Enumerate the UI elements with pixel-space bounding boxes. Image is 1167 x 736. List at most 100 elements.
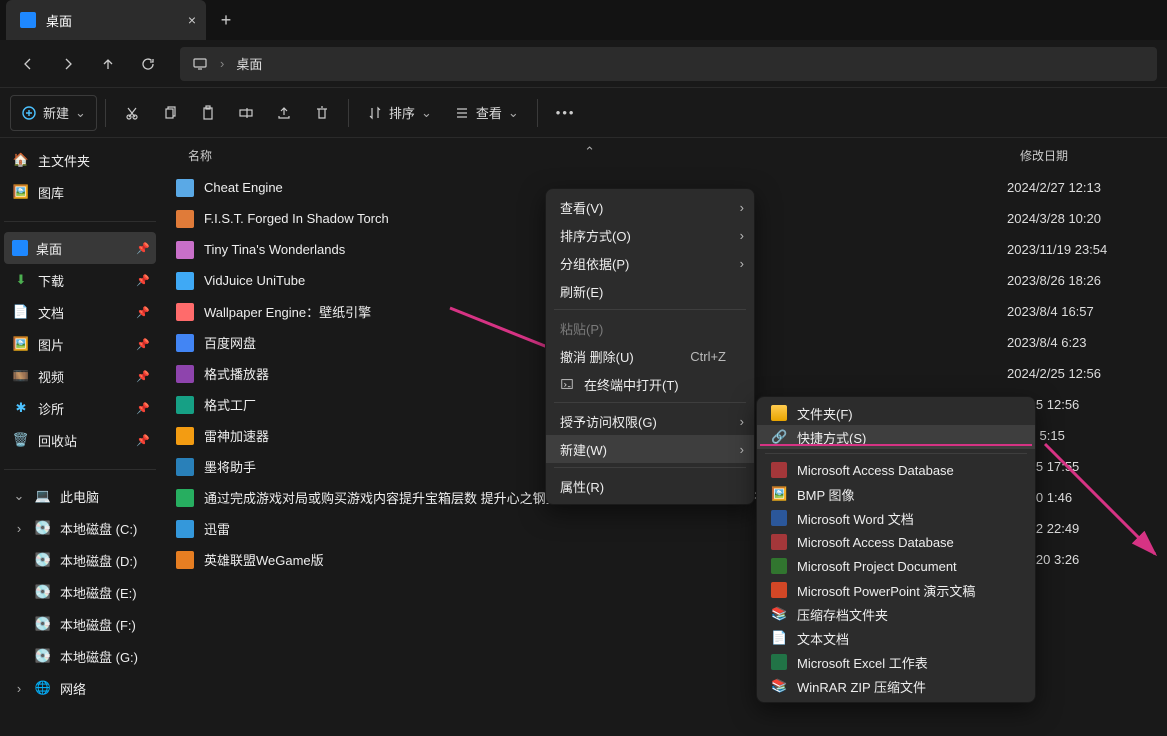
sidebar-drive-f[interactable]: 💽本地磁盘 (F:) — [4, 608, 156, 640]
sidebar-network[interactable]: ›🌐网络 — [4, 672, 156, 704]
ctx-open-terminal[interactable]: 在终端中打开(T) — [546, 370, 754, 398]
sidebar-drive-d[interactable]: 💽本地磁盘 (D:) — [4, 544, 156, 576]
chevron-down-icon: ⌄ — [12, 488, 26, 504]
back-button[interactable] — [10, 46, 46, 82]
toolbar: 新建 ⌄ 排序⌄ 查看⌄ ••• — [0, 88, 1167, 138]
file-icon — [176, 489, 194, 507]
sub-folder[interactable]: 文件夹(F) — [757, 401, 1035, 425]
sub-txt[interactable]: 📄文本文档 — [757, 626, 1035, 650]
pin-icon: 📌 — [136, 242, 150, 255]
sidebar-drive-c[interactable]: ›💽本地磁盘 (C:) — [4, 512, 156, 544]
copy-button[interactable] — [152, 95, 188, 131]
sidebar: 🏠主文件夹 🖼️图库 桌面📌 ⬇下载📌 📄文档📌 🖼️图片📌 🎞️视频📌 ✱诊所… — [0, 138, 160, 736]
drive-icon: 💽 — [34, 615, 52, 633]
address-bar[interactable]: › 桌面 — [180, 47, 1157, 81]
drive-icon: 💽 — [34, 551, 52, 569]
sidebar-home[interactable]: 🏠主文件夹 — [4, 144, 156, 176]
sidebar-clinic[interactable]: ✱诊所📌 — [4, 392, 156, 424]
column-modified[interactable]: 修改日期 — [1010, 147, 1068, 164]
file-date: 2023/8/4 6:23 — [1007, 335, 1167, 350]
file-icon — [176, 520, 194, 538]
file-icon — [176, 551, 194, 569]
pc-icon: 💻 — [34, 487, 52, 505]
sidebar-drive-g[interactable]: 💽本地磁盘 (G:) — [4, 640, 156, 672]
share-button[interactable] — [266, 95, 302, 131]
column-headers[interactable]: 名称 修改日期 — [160, 138, 1167, 172]
tab-desktop[interactable]: 桌面 × — [6, 0, 206, 40]
breadcrumb-location: 桌面 — [236, 54, 262, 73]
ctx-group[interactable]: 分组依据(P) — [546, 249, 754, 277]
sort-button[interactable]: 排序⌄ — [357, 95, 442, 131]
sidebar-downloads[interactable]: ⬇下载📌 — [4, 264, 156, 296]
sub-zip[interactable]: 📚WinRAR ZIP 压缩文件 — [757, 674, 1035, 698]
sidebar-gallery[interactable]: 🖼️图库 — [4, 176, 156, 208]
view-button[interactable]: 查看⌄ — [444, 95, 529, 131]
sub-access1[interactable]: Microsoft Access Database — [757, 458, 1035, 482]
desktop-icon — [20, 12, 36, 28]
sub-ppt[interactable]: Microsoft PowerPoint 演示文稿 — [757, 578, 1035, 602]
ctx-view[interactable]: 查看(V) — [546, 193, 754, 221]
ctx-properties[interactable]: 属性(R) — [546, 472, 754, 500]
ctx-new[interactable]: 新建(W) — [546, 435, 754, 463]
sidebar-desktop[interactable]: 桌面📌 — [4, 232, 156, 264]
close-icon[interactable]: × — [188, 12, 196, 28]
access-icon — [771, 462, 787, 478]
nav-bar: › 桌面 — [0, 40, 1167, 88]
sidebar-drive-e[interactable]: 💽本地磁盘 (E:) — [4, 576, 156, 608]
shortcut-icon: 🔗 — [771, 429, 787, 445]
annotation-underline — [760, 444, 1032, 446]
up-button[interactable] — [90, 46, 126, 82]
ctx-undo-delete[interactable]: 撤消 删除(U)Ctrl+Z — [546, 342, 754, 370]
sub-access2[interactable]: Microsoft Access Database — [757, 530, 1035, 554]
file-icon — [176, 365, 194, 383]
paste-button[interactable] — [190, 95, 226, 131]
sub-excel[interactable]: Microsoft Excel 工作表 — [757, 650, 1035, 674]
new-tab-button[interactable]: + — [206, 10, 246, 31]
ctx-refresh[interactable]: 刷新(E) — [546, 277, 754, 305]
ctx-grant-access[interactable]: 授予访问权限(G) — [546, 407, 754, 435]
sidebar-recycle[interactable]: 🗑️回收站📌 — [4, 424, 156, 456]
sub-bmp[interactable]: 🖼️BMP 图像 — [757, 482, 1035, 506]
network-icon: 🌐 — [34, 679, 52, 697]
file-date: 2023/11/19 23:54 — [1007, 242, 1167, 257]
folder-icon — [771, 405, 787, 421]
txt-icon: 📄 — [771, 630, 787, 646]
drive-icon: 💽 — [34, 519, 52, 537]
new-label: 新建 — [43, 103, 69, 122]
gallery-icon: 🖼️ — [12, 183, 30, 201]
delete-button[interactable] — [304, 95, 340, 131]
file-date: 2024/2/27 12:13 — [1007, 180, 1167, 195]
word-icon — [771, 510, 787, 526]
cut-button[interactable] — [114, 95, 150, 131]
sidebar-videos[interactable]: 🎞️视频📌 — [4, 360, 156, 392]
chevron-icon: › — [220, 56, 224, 71]
sidebar-pictures[interactable]: 🖼️图片📌 — [4, 328, 156, 360]
rar-icon: 📚 — [771, 606, 787, 622]
file-icon — [176, 334, 194, 352]
file-icon — [176, 272, 194, 290]
file-date: 2023/8/26 18:26 — [1007, 273, 1167, 288]
forward-button[interactable] — [50, 46, 86, 82]
pictures-icon: 🖼️ — [12, 335, 30, 353]
refresh-button[interactable] — [130, 46, 166, 82]
project-icon — [771, 558, 787, 574]
rename-button[interactable] — [228, 95, 264, 131]
desktop-icon — [12, 240, 28, 256]
tab-title: 桌面 — [46, 11, 72, 30]
sub-word[interactable]: Microsoft Word 文档 — [757, 506, 1035, 530]
ppt-icon — [771, 582, 787, 598]
zip-icon: 📚 — [771, 678, 787, 694]
ctx-sort[interactable]: 排序方式(O) — [546, 221, 754, 249]
more-button[interactable]: ••• — [546, 95, 586, 131]
new-button[interactable]: 新建 ⌄ — [10, 95, 97, 131]
sub-project[interactable]: Microsoft Project Document — [757, 554, 1035, 578]
document-icon: 📄 — [12, 303, 30, 321]
file-icon — [176, 458, 194, 476]
file-icon — [176, 396, 194, 414]
sidebar-thispc[interactable]: ⌄💻此电脑 — [4, 480, 156, 512]
excel-icon — [771, 654, 787, 670]
file-date: 2024/3/28 10:20 — [1007, 211, 1167, 226]
sidebar-documents[interactable]: 📄文档📌 — [4, 296, 156, 328]
chevron-up-icon[interactable]: ⌃ — [584, 144, 595, 160]
sub-rar[interactable]: 📚压缩存档文件夹 — [757, 602, 1035, 626]
